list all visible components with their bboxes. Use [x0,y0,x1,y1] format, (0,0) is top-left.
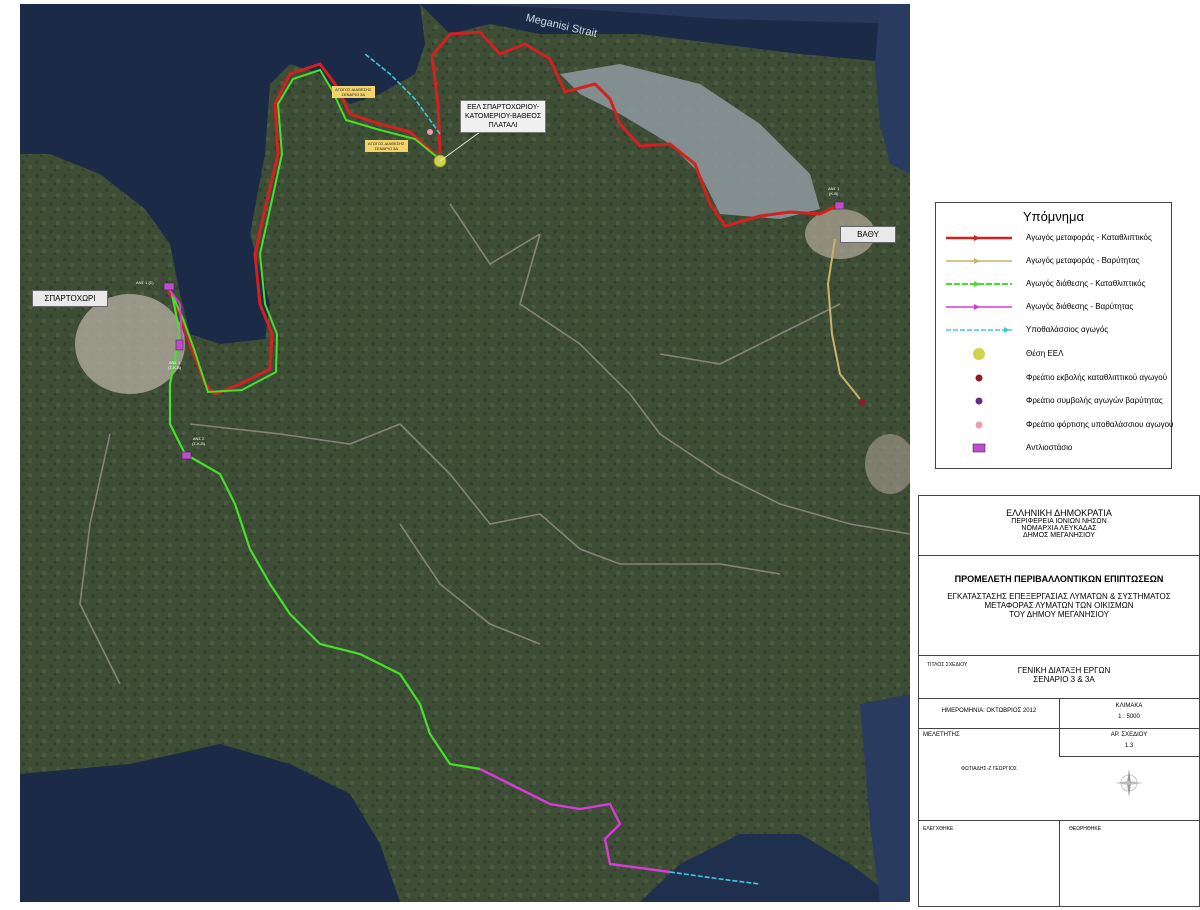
spartochori-label: ΣΠΑΡΤΟΧΩΡΙ [32,290,108,307]
legend-label: Αγωγός μεταφοράς - Βαρύτητας [1026,256,1140,265]
legend-label: Φρεάτιο φόρτισης υποθαλάσσιου αγωγού [1026,420,1174,429]
authority-line: ΔΗΜΟΣ ΜΕΓΑΝΗΣΙΟΥ [1023,532,1095,539]
eel-callout-line-1: ΕΕΛ ΣΠΑΡΤΟΧΩΡΙΟΥ- [467,104,540,111]
green-pressure-disposal-line-symbol [946,281,1012,287]
north-arrow-icon [1115,769,1143,797]
authority-line: ΕΛΛΗΝΙΚΗ ΔΗΜΟΚΡΑΤΙΑ [1006,508,1112,518]
drawing-no-value: 1.3 [1124,743,1134,749]
magenta-gravity-disposal-line-symbol [946,304,1012,310]
date-scale-section: ΗΜΕΡΟΜΗΝΙΑ: ΟΚΤΩΒΡΙΟΣ 2012 ΚΛΙΜΑΚΑ 1 : 5… [919,698,1199,729]
consultant-name: ΦΩΤΙΑΔΗΣ-Ζ ΓΕΩΡΓΙΟΣ [961,766,1017,772]
darkred-dot-symbol [975,374,983,382]
eel-callout-line-3: ΠΛΑΤΑΛΙ [488,122,518,129]
legend-title: Υπόμνημα [1022,209,1085,224]
pump-station-south [181,451,192,460]
designer-section: ΜΕΛΕΤΗΤΗΣ ΦΩΤΙΑΔΗΣ-Ζ ΓΕΩΡΓΙΟΣ ΑΡ. ΣΧΕΔΙΟ… [919,728,1199,821]
purple-dot-symbol [975,397,983,405]
drawing-title-line: ΣΕΝΑΡΙΟ 3 & 3Α [1033,675,1095,684]
pump-station-spartochori [163,282,175,291]
checked-label: ΕΛΕΓΧΘΗΚΕ [923,826,954,832]
discharge-tag-lower-line-2: ΣΕΝΑΡΙΟ 3Α [374,146,399,151]
authority-section: ΕΛΛΗΝΙΚΗ ΔΗΜΟΚΡΑΤΙΑ ΠΕΡΙΦΕΡΕΙΑ ΙΟΝΙΩΝ ΝΗ… [919,496,1199,556]
discharge-tag-upper-line-2: ΣΕΝΑΡΙΟ 3Α [341,92,366,97]
legend-label: Φρεάτιο εκβολής καταθλιπτικού αγωγού [1026,373,1168,382]
pump-label-mid-line-2: (Σ-Κ-Β) [168,365,182,370]
vathy-label: ΒΑΘΥ [840,226,896,243]
legend-item: Φρεάτιο φόρτισης υποθαλάσσιου αγωγού [944,418,1173,432]
legend-item: Φρεάτιο συμβολής αγωγών βαρύτητας [944,394,1169,408]
title-block: ΕΛΛΗΝΙΚΗ ΔΗΜΟΚΡΑΤΙΑ ΠΕΡΙΦΕΡΕΙΑ ΙΟΝΙΩΝ ΝΗ… [918,495,1200,907]
scale-label: ΚΛΙΜΑΚΑ [1115,703,1143,709]
drawing-title-line: ΓΕΝΙΚΗ ΔΙΑΤΑΞΗ ΕΡΓΩΝ [1017,666,1111,675]
legend-item: Υποθαλάσσιος αγωγός [944,323,1169,337]
study-title: ΠΡΟΜΕΛΕΤΗ ΠΕΡΙΒΑΛΛΟΝΤΙΚΩΝ ΕΠΙΠΤΩΣΕΩΝ [954,574,1164,584]
scale-value: 1 : 5000 [1118,714,1140,720]
authority-line: ΝΟΜΑΡΧΙΑ ΛΕΥΚΑΔΑΣ [1021,525,1097,532]
date-text: ΗΜΕΡΟΜΗΝΙΑ: ΟΚΤΩΒΡΙΟΣ 2012 [941,708,1037,714]
authority-line: ΠΕΡΙΦΕΡΕΙΑ ΙΟΝΙΩΝ ΝΗΣΩΝ [1011,518,1107,525]
legend-item: Αγωγός μεταφοράς - Καταθλιπτικός [944,231,1169,245]
pump-station-mid [175,339,184,351]
signature-section: ΕΛΕΓΧΘΗΚΕ ΘΕΩΡΗΘΗΚΕ [919,820,1199,906]
yellow-circle-symbol [973,348,985,360]
spartochori-village [75,294,185,394]
legend-item: Αγωγός διάθεσης - Καταθλιπτικός [944,277,1169,291]
pump-station-box-symbol [972,443,986,453]
designer-label: ΜΕΛΕΤΗΤΗΣ [923,732,960,738]
cyan-submarine-line-symbol [946,327,1012,333]
signature-label: ΘΕΩΡΗΘΗΚΕ [1069,826,1102,832]
legend-label: Αγωγός διάθεσης - Καταθλιπτικός [1026,279,1146,288]
project-line: ΤΟΥ ΔΗΜΟΥ ΜΕΓΑΝΗΣΙΟΥ [1009,610,1109,619]
pink-dot-symbol [975,421,983,429]
legend-item: Φρεάτιο εκβολής καταθλιπτικού αγωγού [944,371,1169,385]
map-canvas [20,4,910,902]
pump-label-vathy-line-2: (Κ-Β) [829,191,839,196]
legend-label: Φρεάτιο συμβολής αγωγών βαρύτητας [1026,396,1163,405]
eel-callout: ΕΕΛ ΣΠΑΡΤΟΧΩΡΙΟΥ- ΚΑΤΟΜΕΡΙΟΥ-ΒΑΘΕΟΣ ΠΛΑΤ… [460,100,547,133]
aerial-map[interactable]: Meganisi Strait ΣΠΑΡΤΟΧΩΡΙ ΒΑΘΥ ΕΕΛ ΣΠΑΡ… [20,4,910,902]
legend-label: Αντλιοστάσιο [1026,443,1073,452]
pump-label-south-line-2: (Σ-Κ-Β) [192,441,206,446]
legend-panel: Υπόμνημα Αγωγός μεταφοράς - Καταθλιπτικό… [935,202,1173,469]
drawing-title-label: ΤΙΤΛΟΣ ΣΧΕΔΙΟΥ [927,662,968,668]
legend-item: Θέση ΕΕΛ [944,347,1169,361]
red-pressure-main-line-symbol [946,235,1012,241]
project-line: ΜΕΤΑΦΟΡΑΣ ΛΥΜΑΤΩΝ ΤΩΝ ΟΙΚΙΣΜΩΝ [984,601,1134,610]
pump-label-vathy: ΑΝΣ 1 (Κ-Β) [828,186,839,196]
pump-label-spartochori: ΑΝΣ 1 (Σ) [136,280,154,285]
legend-label: Αγωγός μεταφοράς - Καταθλιπτικός [1026,233,1152,242]
tan-gravity-main-line-symbol [946,258,1012,264]
study-section: ΠΡΟΜΕΛΕΤΗ ΠΕΡΙΒΑΛΛΟΝΤΙΚΩΝ ΕΠΙΠΤΩΣΕΩΝ ΕΓΚ… [919,556,1199,656]
legend-item: Αγωγός διάθεσης - Βαρύτητας [944,300,1169,314]
legend-label: Θέση ΕΕΛ [1026,349,1064,358]
legend-item: Αγωγός μεταφοράς - Βαρύτητας [944,254,1169,268]
legend-label: Αγωγός διάθεσης - Βαρύτητας [1026,302,1134,311]
pump-label-south: ΑΝΣ 2 (Σ-Κ-Β) [192,436,205,446]
drawing-title-section: ΤΙΤΛΟΣ ΣΧΕΔΙΟΥ ΓΕΝΙΚΗ ΔΙΑΤΑΞΗ ΕΡΓΩΝ ΣΕΝΑ… [919,656,1199,699]
pump-label-mid: ΑΝΣ 1 (Σ-Κ-Β) [168,360,181,370]
drawing-no-label: ΑΡ. ΣΧΕΔΙΟΥ [1110,732,1148,738]
pump-station-vathy [834,201,845,210]
charging-chamber [427,129,433,135]
outfall-chamber [858,398,866,406]
eel-callout-line-2: ΚΑΤΟΜΕΡΙΟΥ-ΒΑΘΕΟΣ [465,113,542,120]
legend-label: Υποθαλάσσιος αγωγός [1026,325,1109,334]
project-line: ΕΓΚΑΤΑΣΤΑΣΗΣ ΕΠΕΞΕΡΓΑΣΙΑΣ ΛΥΜΑΤΩΝ & ΣΥΣΤ… [947,592,1171,601]
legend-item: Αντλιοστάσιο [944,441,1169,455]
discharge-tag-lower: ΑΓΩΓΟΣ ΔΙΑΘΕΣΗΣ ΣΕΝΑΡΙΟ 3Α [365,140,408,152]
discharge-tag-upper: ΑΓΩΓΟΣ ΔΙΑΘΕΣΗΣ ΣΕΝΑΡΙΟ 3Α [332,86,375,98]
drawing-title: ΓΕΝΙΚΗ ΔΙΑΤΑΞΗ ΕΡΓΩΝ ΣΕΝΑΡΙΟ 3 & 3Α [979,666,1149,684]
